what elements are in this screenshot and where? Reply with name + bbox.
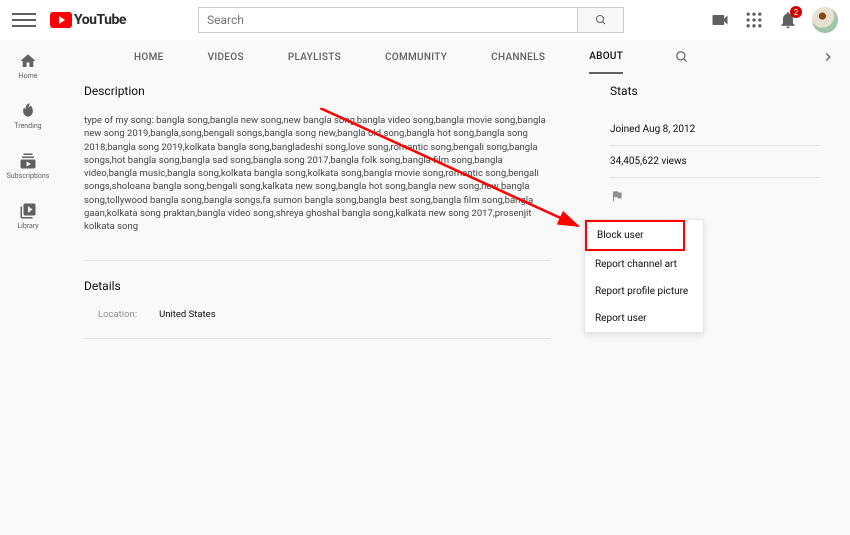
left-column: Description type of my song: bangla song… [84,84,550,357]
rail-label: Trending [14,122,41,130]
stats-joined: Joined Aug 8, 2012 [610,114,820,146]
tab-about[interactable]: ABOUT [589,41,623,74]
tab-search-icon[interactable] [675,50,689,64]
location-value: United States [159,309,216,320]
stats-title: Stats [610,84,820,98]
notifications-icon[interactable]: 2 [778,10,798,30]
divider [84,260,550,261]
dropdown-report-user[interactable]: Report user [585,305,703,332]
tab-home[interactable]: HOME [134,42,164,73]
play-icon [50,12,72,28]
logo-text: YouTube [74,12,126,28]
app-header: YouTube 2 [0,0,850,40]
left-rail: Home Trending Subscriptions Library [0,40,56,234]
dropdown-report-profile-picture[interactable]: Report profile picture [585,278,703,305]
rail-item-library[interactable]: Library [0,198,56,234]
search-bar [198,7,624,33]
dropdown-block-user[interactable]: Block user [585,220,685,251]
tab-playlists[interactable]: PLAYLISTS [288,42,341,73]
apps-icon[interactable] [744,10,764,30]
rail-label: Library [17,222,38,230]
description-body: type of my song: bangla song,bangla new … [84,114,550,234]
flag-button[interactable] [610,178,820,217]
flag-icon [610,189,624,203]
description-title: Description [84,84,550,98]
tab-community[interactable]: COMMUNITY [385,42,447,73]
rail-item-home[interactable]: Home [0,48,56,84]
tab-channels[interactable]: CHANNELS [491,42,545,73]
search-button[interactable] [578,7,624,33]
divider [84,338,550,339]
location-label: Location: [98,309,137,320]
details-location: Location: United States [84,309,550,320]
about-content: Description type of my song: bangla song… [84,84,820,357]
notification-badge: 2 [790,6,802,18]
rail-item-trending[interactable]: Trending [0,98,56,134]
youtube-logo[interactable]: YouTube [50,12,126,28]
menu-icon[interactable] [12,8,36,32]
rail-label: Subscriptions [7,172,50,180]
tabs-next-icon[interactable] [820,49,836,65]
details-title: Details [84,279,550,293]
search-input[interactable] [198,7,578,33]
dropdown-report-channel-art[interactable]: Report channel art [585,251,703,278]
flag-dropdown: Block user Report channel art Report pro… [584,219,704,333]
header-actions: 2 [710,7,838,33]
tab-videos[interactable]: VIDEOS [208,42,244,73]
rail-label: Home [19,72,38,80]
stats-views: 34,405,622 views [610,146,820,178]
create-video-icon[interactable] [710,10,730,30]
search-icon [595,14,607,26]
avatar[interactable] [812,7,838,33]
channel-tabs: HOME VIDEOS PLAYLISTS COMMUNITY CHANNELS… [56,40,850,74]
rail-item-subscriptions[interactable]: Subscriptions [0,148,56,184]
